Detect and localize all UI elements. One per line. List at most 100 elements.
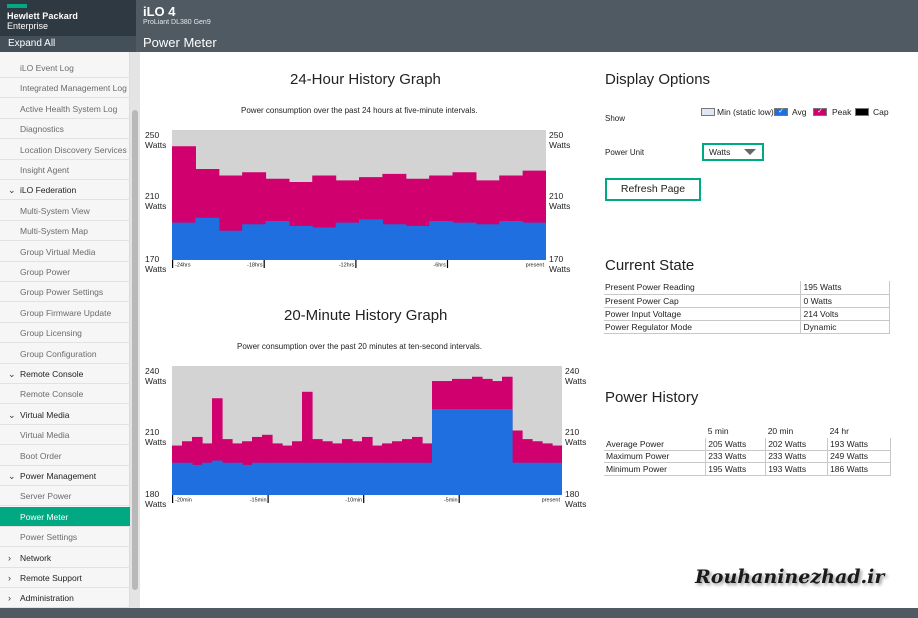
refresh-page-button[interactable]: Refresh Page: [605, 178, 701, 201]
avg-bar: [532, 462, 543, 495]
sidebar-item-group-licensing[interactable]: Group Licensing: [0, 323, 130, 344]
x-tick-label: -24hrs: [175, 263, 191, 269]
graph24-y-label-right-mid: 210 Watts: [549, 191, 571, 211]
sidebar-item-group-power[interactable]: Group Power: [0, 262, 130, 282]
avg-bar: [522, 222, 546, 261]
avg-bar: [332, 462, 343, 495]
sidebar-item-group-virtual-media[interactable]: Group Virtual Media: [0, 242, 130, 262]
sidebar-item-active-health-system-log[interactable]: Active Health System Log: [0, 99, 130, 119]
sidebar-scroll-thumb[interactable]: [132, 110, 138, 590]
ilo-app: Hewlett Packard Enterprise Expand All iL…: [0, 0, 918, 618]
avg-bar: [429, 221, 454, 260]
sidebar-item-administration[interactable]: › Administration: [0, 588, 130, 609]
page-title: Power Meter: [143, 35, 217, 50]
row-value: Dynamic: [799, 320, 890, 334]
sidebar-item-diagnostics[interactable]: Diagnostics: [0, 119, 130, 140]
sidebar-item-label: Virtual Media: [20, 430, 70, 441]
chevron-down-icon: ⌄: [8, 409, 16, 420]
avg-bar: [335, 222, 360, 261]
avg-checkbox[interactable]: ✓: [774, 108, 788, 116]
cell-value: 193 Watts: [827, 437, 891, 451]
sidebar-item-multi-system-map[interactable]: Multi-System Map: [0, 221, 130, 242]
avg-bar: [499, 221, 524, 260]
min-checkbox[interactable]: [701, 108, 715, 116]
sidebar-item-power-meter[interactable]: Power Meter: [0, 506, 130, 527]
avg-checkbox-label: Avg: [792, 107, 807, 117]
sidebar-item-power-management[interactable]: ⌄ Power Management: [0, 466, 130, 486]
sidebar-item-remote-console[interactable]: Remote Console: [0, 384, 130, 405]
sidebar-item-label: iLO Event Log: [20, 63, 74, 73]
sidebar-item-label: Power Meter: [20, 511, 69, 522]
sidebar-item-virtual-media[interactable]: ⌄ Virtual Media: [0, 405, 130, 425]
sidebar-item-location-discovery-services[interactable]: Location Discovery Services: [0, 140, 130, 160]
avg-bar: [182, 462, 193, 495]
sidebar-item-server-power[interactable]: Server Power: [0, 486, 130, 507]
peak-checkbox[interactable]: ✓: [813, 108, 827, 116]
sidebar-item-integrated-management-log[interactable]: Integrated Management Log: [0, 78, 130, 99]
graph24-y-label-right-top: 250 Watts: [549, 130, 571, 150]
x-tick-mark: [263, 260, 265, 268]
graph20-plot: -20min -15min -10min -5min present: [172, 366, 562, 504]
sidebar-item-remote-support[interactable]: › Remote Support: [0, 568, 130, 588]
sidebar-item-multi-system-view[interactable]: Multi-System View: [0, 201, 130, 221]
expand-all-link[interactable]: Expand All: [0, 36, 136, 52]
sidebar-item-network[interactable]: › Network: [0, 548, 130, 568]
sidebar-item-label: Boot Order: [20, 450, 62, 461]
sidebar-item-group-configuration[interactable]: Group Configuration: [0, 344, 130, 364]
sidebar-scrollbar[interactable]: [130, 52, 140, 608]
sidebar-item-power-settings[interactable]: Power Settings: [0, 527, 130, 548]
avg-bar: [272, 462, 283, 495]
cell-value: 202 Watts: [765, 437, 828, 451]
sidebar-item-label: Server Power: [20, 491, 72, 502]
x-tick-mark: [267, 495, 269, 503]
avg-bar: [475, 224, 500, 260]
hpe-logo[interactable]: Hewlett Packard Enterprise: [0, 0, 136, 36]
row-label: Power Input Voltage: [604, 307, 800, 321]
sidebar-item-label: Group Licensing: [20, 328, 82, 339]
sidebar-item-label: Group Configuration: [20, 348, 97, 359]
top-header: Hewlett Packard Enterprise Expand All iL…: [0, 0, 918, 52]
power-unit-select[interactable]: Watts: [702, 143, 764, 161]
sidebar-item-group-firmware-update[interactable]: Group Firmware Update: [0, 303, 130, 323]
avg-bar: [222, 462, 233, 495]
sidebar-item-remote-console[interactable]: ⌄ Remote Console: [0, 364, 130, 384]
sidebar-item-insight-agent[interactable]: Insight Agent: [0, 160, 130, 180]
graph20-y-label-right-top: 240 Watts: [565, 366, 587, 386]
sidebar-item-label: Multi-System Map: [20, 226, 89, 237]
sidebar-item-label: Multi-System View: [20, 205, 90, 216]
avg-bar: [212, 460, 223, 495]
sidebar-item-label: Power Settings: [20, 532, 78, 543]
chevron-down-icon: ⌄: [8, 369, 16, 379]
sidebar-item-boot-order[interactable]: Boot Order: [0, 446, 130, 466]
cap-checkbox[interactable]: [855, 108, 869, 116]
sidebar-item-ilo-federation[interactable]: ⌄ iLO Federation: [0, 180, 130, 201]
table-row: Average Power 205 Watts 202 Watts 193 Wa…: [604, 437, 891, 451]
avg-bar: [542, 462, 553, 495]
row-value: 195 Watts: [799, 281, 890, 295]
avg-bar: [288, 225, 313, 261]
display-options-title: Display Options: [605, 71, 711, 88]
x-tick-label: -15min: [250, 498, 267, 504]
sidebar-item-label: Remote Console: [20, 389, 84, 400]
x-tick-label: -12hrs: [339, 263, 355, 269]
sidebar-item-label: Group Power: [20, 267, 71, 277]
sidebar-item-virtual-media[interactable]: Virtual Media: [0, 425, 130, 446]
graph24-plot: -24hrs -18hrs -12hrs -6hrs present: [172, 130, 546, 269]
app-title: iLO 4: [143, 4, 176, 19]
avg-bar: [382, 462, 393, 495]
avg-bar: [522, 462, 533, 495]
x-tick-mark: [355, 260, 357, 268]
graph24-y-label-mid: 210 Watts: [145, 191, 167, 211]
column-header: 5 min: [707, 426, 729, 437]
avg-bar: [482, 409, 493, 495]
sidebar-item-group-power-settings[interactable]: Group Power Settings: [0, 282, 130, 303]
graph20-title: 20-Minute History Graph: [284, 307, 448, 324]
row-label: Average Power: [604, 437, 706, 451]
x-tick-label: -5min: [444, 498, 458, 504]
avg-bar: [472, 409, 483, 495]
row-label: Minimum Power: [604, 462, 706, 476]
sidebar-item-ilo-event-log[interactable]: iLO Event Log: [0, 58, 130, 78]
avg-bar: [452, 222, 477, 261]
avg-bar: [218, 230, 243, 260]
cell-value: 195 Watts: [705, 462, 766, 476]
